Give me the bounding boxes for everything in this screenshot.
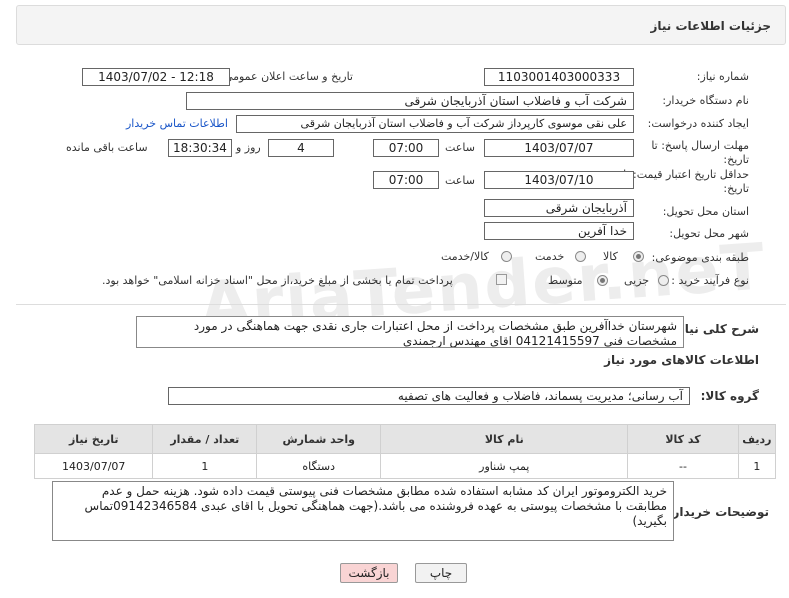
category-radio-service[interactable] — [575, 251, 586, 262]
need-number-field: 1103001403000333 — [484, 68, 634, 86]
category-radio-goods[interactable] — [633, 251, 644, 262]
treasury-checkbox[interactable] — [496, 274, 507, 285]
time-remaining-label: ساعت باقی مانده — [66, 141, 148, 154]
province-label: استان محل تحویل: — [662, 205, 749, 218]
description-textarea[interactable]: شهرستان خداآفرین طبق مشخصات پرداخت از مح… — [136, 316, 684, 348]
col-unit: واحد شمارش — [256, 424, 382, 454]
reply-deadline-label-2: تاریخ: — [723, 153, 749, 166]
reply-date-field: 1403/07/07 — [484, 139, 634, 157]
category-radio-goods-service[interactable] — [501, 251, 512, 262]
cell-date: 1403/07/07 — [33, 453, 154, 479]
cell-name: پمپ شناور — [380, 453, 629, 479]
price-validity-date-field: 1403/07/10 — [484, 171, 634, 189]
back-button[interactable]: بازگشت — [340, 563, 398, 583]
buyer-notes-label: توضیحات خریدار: — [667, 505, 769, 519]
col-date: تاریخ نیاز — [33, 424, 154, 454]
days-remaining-field: 4 — [268, 139, 334, 157]
announce-field: 1403/07/02 - 12:18 — [82, 68, 230, 86]
buyer-contact-link[interactable]: اطلاعات تماس خریدار — [126, 117, 228, 130]
purchase-radio-minor[interactable] — [658, 275, 669, 286]
price-validity-label: حداقل تاریخ اعتبار قیمت: تا — [623, 168, 749, 181]
time-remaining-field: 18:30:34 — [168, 139, 232, 157]
cell-row: 1 — [737, 453, 777, 479]
announce-label: تاریخ و ساعت اعلان عمومی: — [220, 70, 353, 83]
days-label: روز و — [236, 141, 261, 154]
category-label: طبقه بندی موضوعی: — [651, 251, 749, 264]
print-button[interactable]: چاپ — [415, 563, 467, 583]
goods-table: ردیف کد کالا نام کالا واحد شمارش تعداد /… — [33, 424, 777, 479]
col-name: نام کالا — [380, 424, 629, 454]
table-row[interactable]: 1 -- پمپ شناور دستگاه 1 1403/07/07 — [33, 453, 777, 479]
reply-time-field: 07:00 — [373, 139, 439, 157]
category-option-service: خدمت — [535, 250, 565, 263]
price-validity-time-field: 07:00 — [373, 171, 439, 189]
category-option-goods-service: کالا/خدمت — [441, 250, 489, 263]
purchase-radio-medium[interactable] — [597, 275, 608, 286]
buyer-label: نام دستگاه خریدار: — [662, 94, 749, 107]
reply-deadline-label: مهلت ارسال پاسخ: تا — [651, 139, 749, 152]
province-field: آذربایجان شرقی — [484, 199, 634, 217]
cell-code: -- — [627, 453, 739, 479]
cell-qty: 1 — [152, 453, 258, 479]
price-validity-label-2: تاریخ: — [723, 182, 749, 195]
price-validity-time-label: ساعت — [445, 174, 475, 187]
col-code: کد کالا — [627, 424, 739, 454]
need-number-label: شماره نیاز: — [696, 70, 749, 83]
buyer-field: شرکت آب و فاضلاب استان آذربایجان شرقی — [186, 92, 634, 110]
treasury-note: پرداخت تمام یا بخشی از مبلغ خرید،از محل … — [102, 274, 453, 287]
goods-group-label: گروه کالا: — [700, 389, 759, 403]
col-row: ردیف — [737, 424, 777, 454]
col-qty: تعداد / مقدار — [152, 424, 258, 454]
purchase-option-minor: جزیی — [624, 274, 650, 287]
city-field: خدا آفرین — [484, 222, 634, 240]
page-title: جزئیات اطلاعات نیاز — [650, 19, 771, 33]
requester-label: ایجاد کننده درخواست: — [647, 117, 749, 130]
goods-section-title: اطلاعات کالاهای مورد نیاز — [604, 353, 759, 367]
city-label: شهر محل تحویل: — [669, 227, 749, 240]
page-header: جزئیات اطلاعات نیاز — [16, 5, 786, 45]
buyer-notes-textarea[interactable]: خرید الکتروموتور ایران کد مشابه استفاده … — [52, 481, 674, 541]
reply-time-label: ساعت — [445, 141, 475, 154]
requester-field: علی نقی موسوی کارپرداز شرکت آب و فاضلاب … — [236, 115, 634, 133]
cell-unit: دستگاه — [256, 453, 382, 479]
goods-group-field: آب رسانی؛ مدیریت پسماند، فاضلاب و فعالیت… — [168, 387, 690, 405]
purchase-option-medium: متوسط — [548, 274, 583, 287]
purchase-type-label: نوع فرآیند خرید : — [671, 274, 749, 287]
category-option-goods: کالا — [603, 250, 618, 263]
table-header-row: ردیف کد کالا نام کالا واحد شمارش تعداد /… — [33, 424, 777, 454]
description-label: شرح کلی نیاز: — [673, 322, 759, 336]
divider — [16, 304, 786, 305]
